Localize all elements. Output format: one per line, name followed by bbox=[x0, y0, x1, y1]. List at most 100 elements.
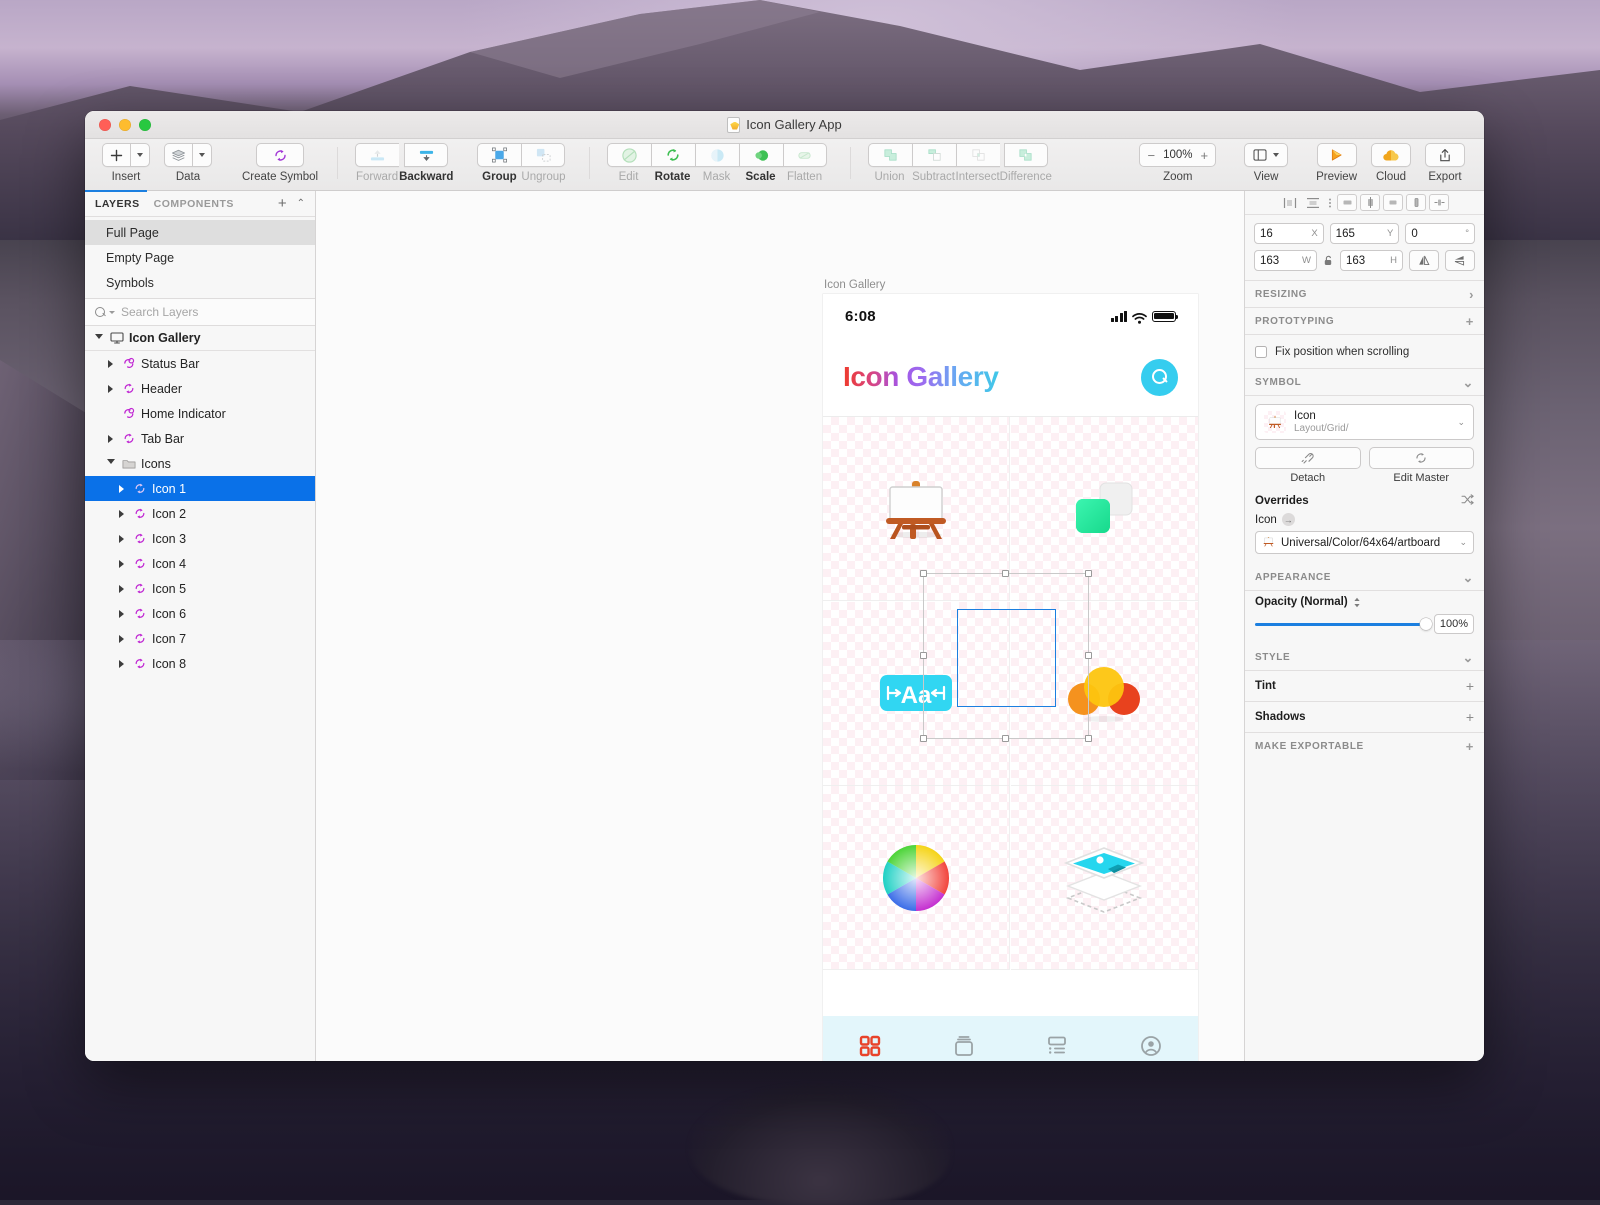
page-item-symbols[interactable]: Symbols bbox=[85, 270, 315, 295]
disclosure-triangle[interactable] bbox=[116, 635, 127, 643]
layer-row-icon-7[interactable]: Icon 7 bbox=[85, 626, 315, 651]
create-symbol-button[interactable] bbox=[256, 143, 304, 167]
toolbar-item-export[interactable]: Export bbox=[1418, 139, 1472, 183]
distribute-icon[interactable] bbox=[1326, 194, 1334, 211]
symbol-selector[interactable]: Icon Layout/Grid/ ⌄ bbox=[1255, 404, 1474, 440]
add-shadow-button[interactable]: + bbox=[1466, 710, 1474, 724]
export-button[interactable] bbox=[1425, 143, 1465, 167]
cloud-button[interactable] bbox=[1371, 143, 1411, 167]
toolbar-item-difference[interactable]: Difference bbox=[993, 139, 1059, 183]
style-row-tint[interactable]: Tint + bbox=[1245, 671, 1484, 702]
toolbar-item-backward[interactable]: Backward bbox=[392, 139, 460, 183]
fix-position-checkbox[interactable] bbox=[1255, 346, 1267, 358]
add-tint-button[interactable]: + bbox=[1466, 679, 1474, 693]
align-vertical-icon[interactable] bbox=[1406, 194, 1426, 211]
toolbar-item-data[interactable]: Data bbox=[157, 139, 219, 183]
disclosure-triangle[interactable] bbox=[93, 334, 104, 343]
toolbar-item-preview[interactable]: Preview bbox=[1309, 139, 1364, 183]
layer-row-tab-bar[interactable]: Tab Bar bbox=[85, 426, 315, 451]
layer-row-icon-8[interactable]: Icon 8 bbox=[85, 651, 315, 676]
height-field[interactable]: 163 H bbox=[1340, 250, 1403, 271]
section-make-exportable[interactable]: MAKE EXPORTABLE + bbox=[1245, 733, 1484, 760]
rotation-field[interactable]: 0 ° bbox=[1405, 223, 1475, 244]
disclosure-triangle[interactable] bbox=[116, 485, 127, 493]
flip-vertical-button[interactable] bbox=[1445, 250, 1475, 271]
icon-cell-3[interactable]: Aa bbox=[823, 602, 1010, 786]
icon-cell-5[interactable] bbox=[823, 786, 1010, 970]
toolbar-item-create-symbol[interactable]: Create Symbol bbox=[235, 139, 325, 183]
add-page-button[interactable]: + bbox=[278, 196, 287, 211]
tab-layers[interactable]: LAYERS bbox=[95, 198, 140, 210]
tab-list[interactable] bbox=[1011, 1034, 1105, 1058]
search-layers-row[interactable]: Search Layers bbox=[85, 299, 315, 326]
layer-row-icon-2[interactable]: Icon 2 bbox=[85, 501, 315, 526]
data-dropdown-button[interactable] bbox=[192, 143, 212, 167]
disclosure-triangle[interactable] bbox=[116, 585, 127, 593]
tab-library[interactable] bbox=[917, 1034, 1011, 1058]
layer-row-icons-folder[interactable]: Icons bbox=[85, 451, 315, 476]
layer-row-status-bar[interactable]: Status Bar bbox=[85, 351, 315, 376]
detach-button[interactable] bbox=[1255, 447, 1361, 469]
align-top-icon[interactable] bbox=[1337, 194, 1357, 211]
tab-grid[interactable] bbox=[823, 1034, 917, 1058]
section-prototyping[interactable]: PROTOTYPING + bbox=[1245, 308, 1484, 335]
width-field[interactable]: 163 W bbox=[1254, 250, 1317, 271]
toolbar-item-ungroup[interactable]: Ungroup bbox=[514, 139, 572, 183]
align-bottom-icon[interactable] bbox=[1383, 194, 1403, 211]
layer-row-home-indicator[interactable]: Home Indicator bbox=[85, 401, 315, 426]
insert-button[interactable] bbox=[102, 143, 130, 167]
icon-cell-6[interactable] bbox=[1011, 786, 1198, 970]
disclosure-triangle[interactable] bbox=[116, 510, 127, 518]
disclosure-triangle[interactable] bbox=[116, 610, 127, 618]
preview-button[interactable] bbox=[1317, 143, 1357, 167]
layer-row-header[interactable]: Header bbox=[85, 376, 315, 401]
collapse-pages-button[interactable]: ⌃ bbox=[297, 199, 305, 209]
difference-button[interactable] bbox=[1004, 143, 1048, 167]
slider-knob[interactable] bbox=[1420, 618, 1432, 630]
disclosure-triangle[interactable] bbox=[116, 660, 127, 668]
chevron-down-icon[interactable]: ⌄ bbox=[1457, 417, 1465, 428]
section-style[interactable]: STYLE ⌄ bbox=[1245, 644, 1484, 671]
section-appearance[interactable]: APPEARANCE ⌄ bbox=[1245, 564, 1484, 591]
distribute-vertical-icon[interactable] bbox=[1429, 194, 1449, 211]
edit-master-action[interactable]: Edit Master bbox=[1369, 447, 1475, 484]
x-field[interactable]: 16 X bbox=[1254, 223, 1324, 244]
opacity-slider[interactable] bbox=[1255, 623, 1426, 626]
ungroup-button[interactable] bbox=[521, 143, 565, 167]
layer-row-icon-1[interactable]: Icon 1 bbox=[85, 476, 315, 501]
zoom-control[interactable]: − 100% + bbox=[1139, 143, 1216, 167]
edit-master-button[interactable] bbox=[1369, 447, 1475, 469]
unlocked-icon[interactable] bbox=[1323, 255, 1334, 266]
chevron-down-icon[interactable]: ⌄ bbox=[1463, 651, 1475, 664]
arrow-right-icon[interactable]: → bbox=[1282, 513, 1295, 526]
insert-dropdown-button[interactable] bbox=[130, 143, 150, 167]
layer-row-icon-3[interactable]: Icon 3 bbox=[85, 526, 315, 551]
toolbar-item-flatten[interactable]: Flatten bbox=[776, 139, 834, 183]
zoom-out-button[interactable]: − bbox=[1147, 149, 1155, 162]
toolbar-item-view[interactable]: View bbox=[1237, 139, 1295, 183]
flatten-button[interactable] bbox=[783, 143, 827, 167]
page-item-empty-page[interactable]: Empty Page bbox=[85, 245, 315, 270]
toolbar-item-insert[interactable]: Insert bbox=[95, 139, 157, 183]
section-symbol[interactable]: SYMBOL ⌄ bbox=[1245, 369, 1484, 396]
search-input[interactable]: Search Layers bbox=[121, 305, 198, 319]
close-button[interactable] bbox=[99, 119, 111, 131]
canvas-area[interactable]: Icon Gallery 6:08 bbox=[316, 191, 1244, 1061]
disclosure-triangle[interactable] bbox=[116, 535, 127, 543]
artboard-icon-gallery[interactable]: 6:08 Icon Gallery bbox=[823, 294, 1198, 1061]
override-value-field[interactable]: Universal/Color/64x64/artboard ⌄ bbox=[1255, 531, 1474, 554]
artboard-name-label[interactable]: Icon Gallery bbox=[824, 279, 885, 291]
opacity-value-field[interactable]: 100% bbox=[1434, 614, 1474, 634]
disclosure-triangle[interactable] bbox=[105, 385, 116, 393]
backward-button[interactable] bbox=[404, 143, 448, 167]
flip-horizontal-button[interactable] bbox=[1409, 250, 1439, 271]
minimize-button[interactable] bbox=[119, 119, 131, 131]
disclosure-triangle[interactable] bbox=[116, 560, 127, 568]
layer-row-icon-5[interactable]: Icon 5 bbox=[85, 576, 315, 601]
disclosure-triangle[interactable] bbox=[105, 459, 116, 468]
icon-cell-1[interactable] bbox=[823, 417, 1010, 601]
page-item-full-page[interactable]: Full Page bbox=[85, 220, 315, 245]
chevron-down-icon[interactable]: ⌄ bbox=[1463, 376, 1475, 389]
data-button[interactable] bbox=[164, 143, 192, 167]
window-controls[interactable] bbox=[99, 119, 151, 131]
